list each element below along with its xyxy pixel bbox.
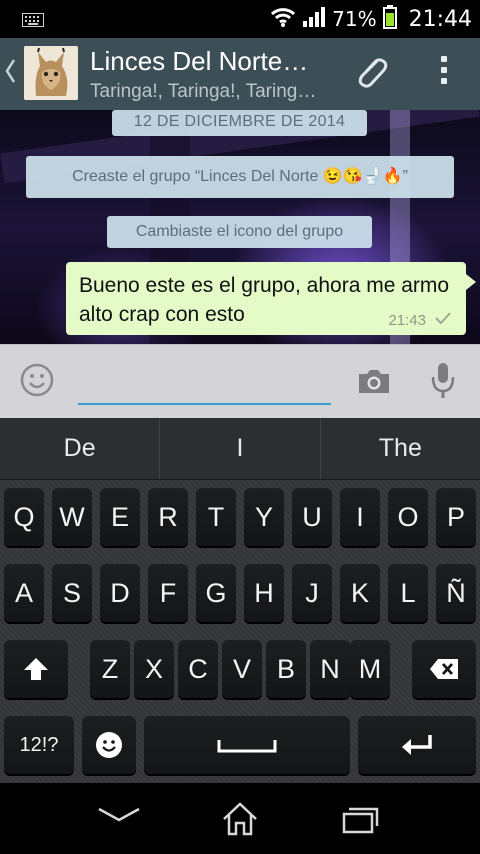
key-v[interactable]: V [222, 640, 262, 698]
message-input[interactable] [78, 361, 331, 405]
keyboard: Q W E R T Y U I O P A S D F G H J K L Ñ … [0, 480, 480, 783]
keyboard-icon [22, 12, 44, 31]
outgoing-message[interactable]: Bueno este es el grupo, ahora me armo al… [66, 262, 476, 335]
key-b[interactable]: B [266, 640, 306, 698]
key-m[interactable]: M [350, 640, 390, 698]
key-x[interactable]: X [134, 640, 174, 698]
backspace-icon[interactable] [412, 640, 476, 698]
key-z[interactable]: Z [90, 640, 130, 698]
suggestion[interactable]: I [160, 418, 321, 479]
clock: 21:44 [408, 6, 472, 32]
key-w[interactable]: W [52, 488, 92, 546]
paperclip-icon[interactable] [350, 50, 394, 98]
key-j[interactable]: J [292, 564, 332, 622]
back-chevron-icon[interactable] [4, 58, 16, 91]
key-r[interactable]: R [148, 488, 188, 546]
emoji-key-icon[interactable] [82, 716, 136, 774]
chat-title[interactable]: Linces Del Norte… [90, 46, 308, 77]
battery-icon [382, 5, 397, 33]
key-l[interactable]: L [388, 564, 428, 622]
key-n[interactable]: N [310, 640, 350, 698]
chat-area[interactable]: 12 DE DICIEMBRE DE 2014 Creaste el grupo… [0, 110, 480, 344]
key-d[interactable]: D [100, 564, 140, 622]
nav-recents-icon[interactable] [340, 805, 380, 839]
nav-back-icon[interactable] [96, 805, 142, 829]
key-g[interactable]: G [196, 564, 236, 622]
overflow-menu-icon[interactable] [434, 56, 454, 92]
suggestion[interactable]: The [321, 418, 480, 479]
system-message: Creaste el grupo “Linces Del Norte 😉😘🚽🔥” [26, 156, 454, 198]
message-meta: 21:43 [388, 311, 452, 329]
enter-icon[interactable] [358, 716, 476, 774]
suggestion[interactable]: De [0, 418, 161, 479]
navigation-bar [0, 783, 480, 854]
wifi-icon [270, 6, 296, 32]
key-a[interactable]: A [4, 564, 44, 622]
chat-participants[interactable]: Taringa!, Taringa!, Taring… [90, 81, 316, 103]
key-q[interactable]: Q [4, 488, 44, 546]
key-s[interactable]: S [52, 564, 92, 622]
chat-header: Linces Del Norte… Taringa!, Taringa!, Ta… [0, 38, 480, 110]
key-h[interactable]: H [244, 564, 284, 622]
emoji-icon[interactable] [20, 363, 54, 401]
group-avatar[interactable] [24, 46, 78, 100]
key-u[interactable]: U [292, 488, 332, 546]
key-e[interactable]: E [100, 488, 140, 546]
symbols-key[interactable]: 12!? [4, 716, 74, 774]
key-o[interactable]: O [388, 488, 428, 546]
key-y[interactable]: Y [244, 488, 284, 546]
message-time: 21:43 [388, 311, 426, 329]
signal-icon [302, 6, 326, 32]
nav-home-icon[interactable] [220, 801, 260, 841]
key-c[interactable]: C [178, 640, 218, 698]
date-separator: 12 DE DICIEMBRE DE 2014 [112, 110, 367, 136]
mic-icon[interactable] [430, 361, 456, 405]
suggestion-strip: De I The [0, 418, 480, 480]
spacebar[interactable] [144, 716, 350, 774]
key-k[interactable]: K [340, 564, 380, 622]
key-enye[interactable]: Ñ [436, 564, 476, 622]
key-p[interactable]: P [436, 488, 476, 546]
key-f[interactable]: F [148, 564, 188, 622]
check-icon [434, 311, 452, 329]
key-i[interactable]: I [340, 488, 380, 546]
shift-icon[interactable] [4, 640, 68, 698]
battery-percent: 71% [332, 7, 377, 31]
camera-icon[interactable] [356, 367, 392, 399]
compose-bar [0, 344, 480, 418]
status-bar: 71% 21:44 [0, 0, 480, 38]
key-t[interactable]: T [196, 488, 236, 546]
system-message: Cambiaste el icono del grupo [107, 216, 372, 248]
